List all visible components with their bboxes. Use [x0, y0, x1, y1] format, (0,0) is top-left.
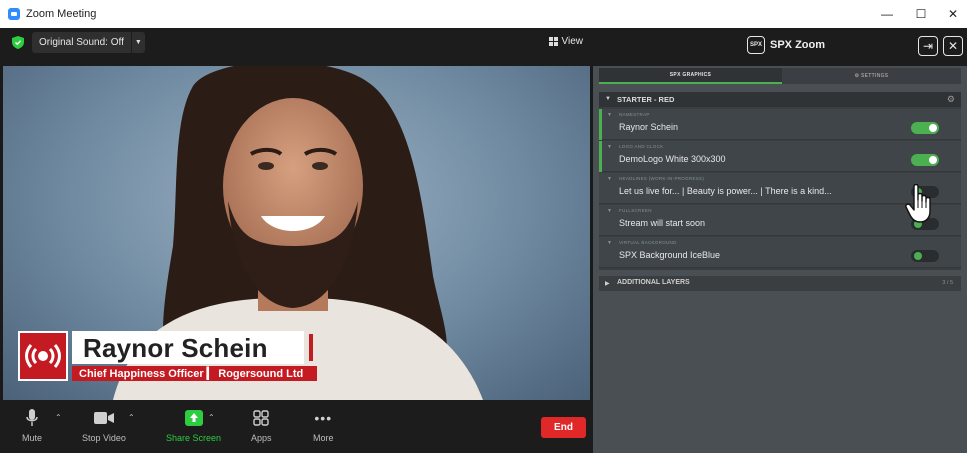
meeting-topbar: Original Sound: Off ▼ View [0, 28, 593, 66]
window-titlebar: Zoom Meeting — ☐ ✕ [0, 0, 967, 28]
item-caption: NAMESTRAP [619, 112, 650, 117]
original-sound-button[interactable]: Original Sound: Off ▼ [32, 32, 145, 53]
minimize-button[interactable]: — [870, 0, 904, 28]
maximize-button[interactable]: ☐ [904, 0, 938, 28]
view-label: View [561, 36, 584, 47]
mute-options-chevron[interactable]: ⌃ [55, 413, 62, 422]
item-caption: VIRTUAL BACKGROUND [619, 240, 677, 245]
mute-label: Mute [22, 433, 43, 443]
close-window-button[interactable]: ✕ [936, 0, 967, 28]
additional-layers-count: 3 / 5 [942, 280, 953, 286]
app-root: Zoom Meeting — ☐ ✕ Original Sound: Off ▼… [0, 0, 967, 453]
rundown-item[interactable]: ▼ NAMESTRAP Raynor Schein [599, 109, 961, 140]
chevron-down-icon[interactable]: ▼ [130, 32, 145, 53]
apps-label: Apps [251, 433, 272, 443]
broadcast-logo-icon [18, 331, 68, 381]
lower-third-graphic: Raynor Schein Chief Happiness Officer ▎ … [15, 328, 320, 386]
meeting-toolbar: Mute ⌃ Stop Video ⌃ Share Screen ⌃ Apps … [0, 400, 593, 453]
meeting-area: Original Sound: Off ▼ View Raynor Schein… [0, 28, 593, 453]
spx-panel: SPX SPX Zoom ⇥ ✕ SPX GRAPHICS ⚙ SETTINGS… [593, 28, 967, 453]
item-text: Let us live for... | Beauty is power... … [619, 186, 832, 196]
rundown-title: STARTER - RED [617, 95, 675, 104]
stop-video-button[interactable]: Stop Video [82, 408, 126, 443]
spx-logo: SPX [747, 36, 765, 54]
more-label: More [313, 433, 334, 443]
item-toggle[interactable] [911, 250, 939, 262]
rundown-header[interactable]: ▼ STARTER - RED ⚙ [599, 92, 961, 107]
grid-icon [548, 37, 558, 46]
original-sound-label: Original Sound: Off [39, 37, 124, 48]
hand-cursor-icon [905, 184, 931, 223]
apps-icon [253, 408, 269, 428]
item-caption: FULLSCREEN [619, 208, 652, 213]
view-button[interactable]: View [548, 36, 584, 47]
panel-title: SPX Zoom [770, 39, 826, 51]
item-toggle[interactable] [911, 122, 939, 134]
lower-third-name: Raynor Schein [83, 333, 268, 363]
item-toggle[interactable] [911, 154, 939, 166]
mic-icon [26, 408, 38, 428]
participant-video: Raynor Schein Chief Happiness Officer ▎ … [3, 66, 590, 400]
more-button[interactable]: ••• More [313, 408, 334, 443]
item-text: Raynor Schein [619, 122, 679, 132]
close-icon[interactable]: ✕ [943, 36, 963, 56]
dock-icon[interactable]: ⇥ [918, 36, 938, 56]
item-text: SPX Background IceBlue [619, 250, 721, 260]
share-icon [184, 408, 203, 428]
tab-settings[interactable]: ⚙ SETTINGS [782, 68, 961, 84]
stop-video-label: Stop Video [82, 433, 126, 443]
rundown-item[interactable]: ▼ LOGO AND CLOCK DemoLogo White 300x300 [599, 141, 961, 172]
item-caption: LOGO AND CLOCK [619, 144, 664, 149]
mute-button[interactable]: Mute [22, 408, 42, 443]
item-text: Stream will start soon [619, 218, 706, 228]
expand-icon: ▶ [605, 281, 610, 287]
share-screen-label: Share Screen [166, 433, 222, 443]
expand-icon[interactable]: ▼ [607, 112, 612, 118]
expand-icon[interactable]: ▼ [607, 240, 612, 246]
apps-button[interactable]: Apps [251, 408, 272, 443]
active-indicator [599, 109, 602, 140]
video-options-chevron[interactable]: ⌃ [128, 413, 135, 422]
item-text: DemoLogo White 300x300 [619, 154, 726, 164]
window-title: Zoom Meeting [26, 8, 97, 20]
end-meeting-button[interactable]: End [541, 417, 586, 438]
expand-icon[interactable]: ▼ [607, 176, 612, 182]
item-caption: HEADLINES (WORK-IN-PROGRESS) [619, 176, 705, 181]
panel-header: SPX SPX Zoom ⇥ ✕ [593, 28, 967, 66]
rundown-list: ▼ STARTER - RED ⚙ ▼ NAMESTRAP Raynor Sch… [599, 92, 961, 270]
collapse-icon: ▼ [605, 96, 611, 102]
panel-tabs: SPX GRAPHICS ⚙ SETTINGS [599, 68, 961, 84]
active-indicator [599, 141, 602, 172]
shield-icon [12, 36, 24, 49]
additional-layers-label: ADDITIONAL LAYERS [617, 279, 690, 286]
lower-third-subtitle: Chief Happiness Officer ▎ Rogersound Ltd [79, 368, 304, 380]
lower-third-accent [309, 334, 313, 361]
camera-icon [93, 408, 114, 428]
gear-icon[interactable]: ⚙ [947, 94, 955, 105]
tab-spx-graphics[interactable]: SPX GRAPHICS [599, 68, 782, 84]
expand-icon[interactable]: ▼ [607, 144, 612, 150]
expand-icon[interactable]: ▼ [607, 208, 612, 214]
share-options-chevron[interactable]: ⌃ [208, 413, 215, 422]
zoom-app-icon [8, 8, 20, 20]
rundown-item[interactable]: ▼ VIRTUAL BACKGROUND SPX Background IceB… [599, 237, 961, 268]
more-icon: ••• [314, 410, 333, 426]
additional-layers-header[interactable]: ▶ ADDITIONAL LAYERS 3 / 5 [599, 276, 961, 291]
